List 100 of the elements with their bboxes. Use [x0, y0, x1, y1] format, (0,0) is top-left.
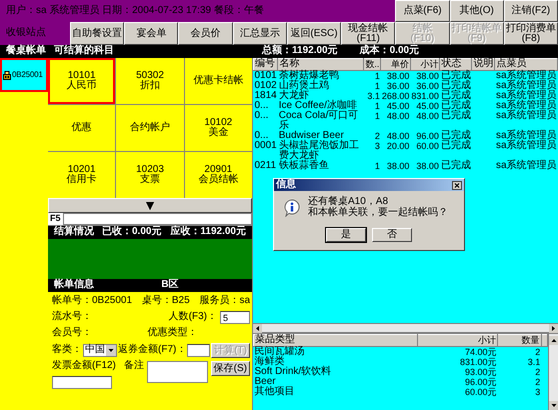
- toolbar-button[interactable]: 其他(O): [450, 0, 504, 22]
- close-icon[interactable]: [452, 180, 462, 190]
- payment-item[interactable]: 合约帐户: [116, 105, 184, 151]
- dialog-message: 和本帐单关联，要一起结帐吗？: [308, 208, 448, 218]
- toolbar-button[interactable]: 汇总显示: [232, 22, 287, 45]
- column-header[interactable]: 数量: [498, 334, 542, 346]
- field-label: 返券金额(F7)：: [118, 345, 186, 356]
- table-cell: sa系统管理员: [494, 160, 558, 170]
- table-cell-text: 3.1: [526, 356, 542, 366]
- table-cell: 已完成: [440, 100, 472, 110]
- notes-field[interactable]: [146, 361, 208, 383]
- dialog-button[interactable]: 是: [326, 228, 366, 242]
- input-field[interactable]: [62, 213, 252, 225]
- payment-item[interactable]: 20901 会员结帐: [184, 152, 252, 198]
- table-cell-text: 60.00元: [464, 386, 498, 396]
- table-cell-text: 1: [374, 80, 381, 90]
- table-cell: 已完成: [440, 160, 472, 170]
- payment-item[interactable]: 优惠: [48, 105, 116, 151]
- toolbar-button[interactable]: 自助餐设置: [70, 22, 124, 45]
- bill-number: 帐单号：0B25001: [52, 296, 132, 307]
- discount-type-label: 优惠类型：: [148, 328, 198, 339]
- toolbar-button[interactable]: 注销(F2): [504, 0, 558, 22]
- table-cell: 已完成: [440, 110, 472, 130]
- table-cell: 2: [498, 346, 542, 356]
- table-cell: sa系统管理员: [494, 80, 558, 90]
- table-cell: 1: [364, 70, 381, 80]
- table-cell: 已完成: [440, 90, 472, 100]
- toolbar-button[interactable]: 打印消费单 (F8): [504, 22, 558, 45]
- scroll-left-icon: [253, 324, 262, 333]
- toolbar-button[interactable]: 宴会单: [124, 22, 178, 45]
- column-header[interactable]: 说明: [472, 58, 495, 70]
- column-header[interactable]: 数..: [364, 58, 381, 70]
- table-cell: sa系统管理员: [494, 70, 558, 80]
- input-field[interactable]: [187, 344, 210, 357]
- table-cell: 0101: [254, 70, 278, 80]
- column-header[interactable]: 菜品类型: [254, 334, 418, 346]
- scroll-up-icon: [549, 336, 558, 345]
- table-cell: 74.00元: [417, 346, 498, 356]
- dropdown[interactable]: 中国: [83, 344, 117, 357]
- table-cell-text: 60.00: [415, 140, 440, 152]
- column-header[interactable]: 单价: [380, 58, 410, 70]
- dialog-message: 还有餐桌A10，A8: [308, 197, 390, 207]
- table-cell-text: 96.00: [415, 130, 440, 140]
- table-cell-text: 20.00: [386, 140, 410, 152]
- payment-item[interactable]: 10101 人民币: [48, 58, 116, 104]
- table-cell: sa系统管理员: [494, 90, 558, 100]
- shortcut-label: F5: [49, 214, 62, 224]
- section-title: 餐桌帐单: [5, 46, 46, 57]
- table-cell-text: 38.00: [386, 160, 410, 170]
- section-title: 可结算的科目: [53, 46, 114, 57]
- user-info: 用户：sa 系统管理员 日期：2004-07-23 17:39 餐段：午餐: [0, 0, 396, 22]
- payment-item[interactable]: 优惠卡结帐: [184, 58, 252, 104]
- section-title: 结算情况: [54, 227, 94, 238]
- table-cell-text: 其他项目: [254, 386, 296, 396]
- table-cell: 海鲜类: [254, 356, 418, 366]
- table-cell-text: 45.00: [386, 100, 410, 110]
- column-header[interactable]: 编号: [254, 58, 278, 70]
- column-header[interactable]: 状态: [440, 58, 472, 70]
- save-button[interactable]: 保存(S): [210, 361, 250, 376]
- table-cell: 38.00: [380, 70, 410, 80]
- column-header[interactable]: 点菜员: [494, 58, 558, 70]
- column-header[interactable]: 小计: [410, 58, 440, 70]
- table-cell-text: 山药煲土鸡: [278, 80, 330, 90]
- table-cell-text: Ice Coffee/冰咖啡: [278, 100, 357, 110]
- waiter-label: 服务员：sa: [199, 296, 250, 307]
- payment-item[interactable]: 10201 信用卡: [48, 152, 116, 198]
- toolbar-button[interactable]: 现金结帐 (F11): [341, 22, 396, 45]
- page-down-button[interactable]: ▼: [48, 198, 252, 213]
- table-cell: 1814: [254, 90, 278, 100]
- member-label: 会员号：: [52, 328, 92, 339]
- toolbar-button[interactable]: 点菜(F6): [395, 0, 450, 22]
- table-cell-text: 3: [534, 386, 542, 396]
- payment-item[interactable]: 10203 支票: [116, 152, 184, 198]
- table-cell-text: 3.1: [366, 90, 381, 100]
- field-label: 备注: [124, 361, 144, 372]
- table-cell-text: 38.00: [415, 160, 440, 170]
- toolbar-button[interactable]: 返回(ESC): [286, 22, 342, 45]
- table-cell-text: 48.00: [386, 130, 410, 140]
- station-label: 收银站点: [0, 22, 70, 45]
- register-icon: [3, 70, 11, 80]
- table-cell: sa系统管理员: [494, 100, 558, 110]
- table-cell: 大龙虾: [278, 90, 364, 100]
- input-field[interactable]: [52, 376, 112, 388]
- horizontal-scrollbar[interactable]: [253, 323, 558, 334]
- column-header[interactable]: 名称: [278, 58, 364, 70]
- table-cell-text: 45.00: [415, 100, 440, 110]
- table-cell-text: 36.00: [415, 80, 440, 90]
- table-cell: 已完成: [440, 70, 472, 80]
- table-cell-text: 93.00元: [464, 366, 498, 376]
- column-header[interactable]: 小计: [417, 334, 498, 346]
- payment-item[interactable]: 50302 折扣: [116, 58, 184, 104]
- dialog-button[interactable]: 否: [372, 228, 412, 242]
- bill-item[interactable]: 0B25001: [0, 58, 48, 92]
- toolbar-button[interactable]: 会员价: [178, 22, 233, 45]
- input-field[interactable]: 5: [220, 311, 250, 324]
- table-cell: 268.00: [380, 90, 410, 100]
- vertical-scrollbar[interactable]: [548, 334, 558, 410]
- payment-item[interactable]: 10102 美金: [184, 105, 252, 151]
- field-label: 发票金额(F12): [52, 361, 116, 372]
- received-amount: 已收：0.00元: [102, 227, 162, 238]
